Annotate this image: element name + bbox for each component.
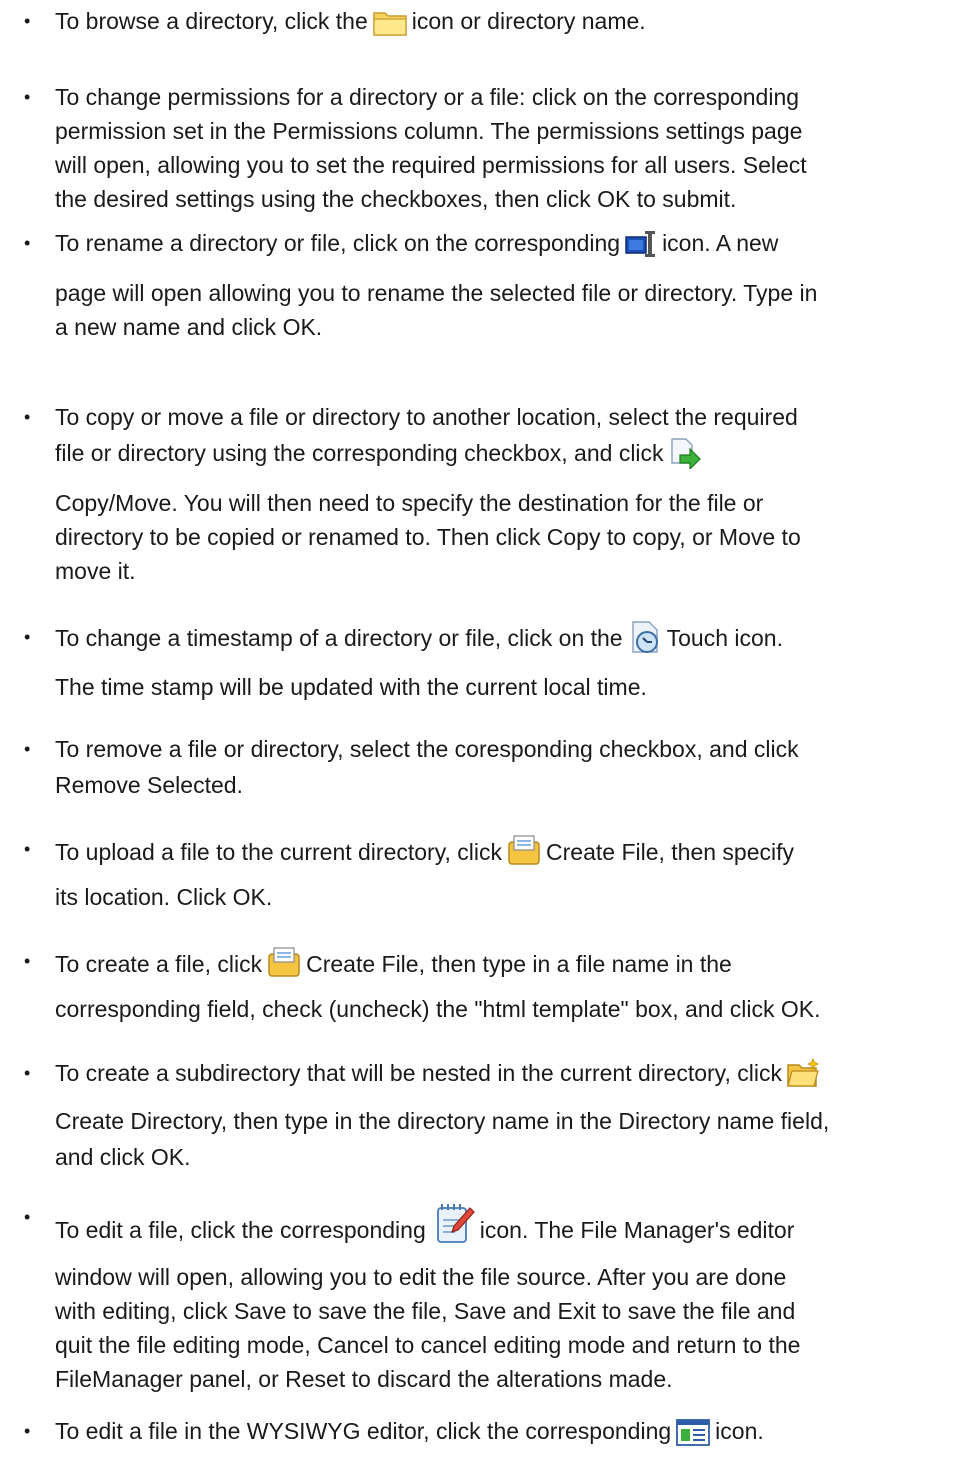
text-segment: quit the file editing mode, Cancel to ca…	[55, 1332, 801, 1358]
text-line: its location. Click OK.	[55, 880, 272, 914]
text-segment: move it.	[55, 558, 136, 584]
text-segment: To change permissions for a directory or…	[55, 84, 800, 110]
bullet: •	[24, 951, 31, 971]
text-line: permission set in the Permissions column…	[55, 114, 802, 148]
bullet: •	[24, 627, 31, 647]
text-segment: with editing, click Save to save the fil…	[55, 1298, 796, 1324]
text-line: file or directory using the correspondin…	[55, 436, 706, 470]
text-line: To edit a file in the WYSIWYG editor, cl…	[55, 1414, 764, 1448]
text-segment: Copy/Move. You will then need to specify…	[55, 490, 764, 516]
text-line: To change permissions for a directory or…	[55, 80, 799, 114]
text-line: To copy or move a file or directory to a…	[55, 400, 798, 434]
text-segment: its location. Click OK.	[55, 884, 273, 910]
text-segment: To edit a file in the WYSIWYG editor, cl…	[55, 1418, 672, 1444]
text-segment: Create File, then type in a file name in…	[306, 951, 732, 977]
text-segment: To change a timestamp of a directory or …	[55, 625, 623, 651]
text-segment: page will open allowing you to rename th…	[55, 280, 818, 306]
text-segment: To remove a file or directory, select th…	[55, 736, 799, 762]
text-segment: directory to be copied or renamed to. Th…	[55, 524, 801, 550]
text-segment: a new name and click OK.	[55, 314, 323, 340]
text-line: To edit a file, click the corresponding …	[55, 1200, 794, 1247]
text-segment: icon or directory name.	[411, 8, 646, 34]
bullet: •	[24, 1063, 31, 1083]
bullet: •	[24, 839, 31, 859]
text-line: a new name and click OK.	[55, 310, 322, 344]
text-line: To change a timestamp of a directory or …	[55, 620, 783, 655]
text-segment: To upload a file to the current director…	[55, 839, 503, 865]
text-segment: FileManager panel, or Reset to discard t…	[55, 1366, 673, 1392]
touch-clock-icon[interactable]	[627, 620, 663, 654]
folder-icon[interactable]	[372, 9, 408, 37]
bullet: •	[24, 1421, 31, 1441]
text-line: quit the file editing mode, Cancel to ca…	[55, 1328, 800, 1362]
text-segment: To edit a file, click the corresponding	[55, 1217, 426, 1243]
text-line: and click OK.	[55, 1140, 191, 1174]
text-line: To create a file, click Create File, the…	[55, 944, 732, 981]
text-line: move it.	[55, 554, 136, 588]
text-segment: file or directory using the correspondin…	[55, 440, 664, 466]
text-line: Copy/Move. You will then need to specify…	[55, 486, 763, 520]
text-line: with editing, click Save to save the fil…	[55, 1294, 795, 1328]
text-line: FileManager panel, or Reset to discard t…	[55, 1362, 673, 1396]
text-line: Create Directory, then type in the direc…	[55, 1104, 829, 1138]
text-segment: and click OK.	[55, 1144, 191, 1170]
text-segment: Create File, then specify	[546, 839, 795, 865]
text-segment: permission set in the Permissions column…	[55, 118, 803, 144]
text-line: the desired settings using the checkboxe…	[55, 182, 736, 216]
text-segment: To copy or move a file or directory to a…	[55, 404, 798, 430]
text-segment: The time stamp will be updated with the …	[55, 674, 647, 700]
text-line: corresponding field, check (uncheck) the…	[55, 992, 820, 1026]
text-segment: Touch icon.	[666, 625, 783, 651]
bullet: •	[24, 739, 31, 759]
create-file-icon[interactable]	[266, 944, 302, 980]
text-line: page will open allowing you to rename th…	[55, 276, 817, 310]
edit-file-icon[interactable]	[430, 1200, 476, 1246]
text-segment: Remove Selected.	[55, 772, 243, 798]
wysiwyg-editor-icon[interactable]	[675, 1417, 711, 1447]
text-line: The time stamp will be updated with the …	[55, 670, 647, 704]
text-segment: will open, allowing you to set the requi…	[55, 152, 807, 178]
text-line: Remove Selected.	[55, 768, 243, 802]
bullet: •	[24, 233, 31, 253]
text-segment: corresponding field, check (uncheck) the…	[55, 996, 821, 1022]
rename-icon[interactable]	[624, 229, 658, 259]
text-segment: icon.	[715, 1418, 764, 1444]
text-line: window will open, allowing you to edit t…	[55, 1260, 786, 1294]
text-line: will open, allowing you to set the requi…	[55, 148, 807, 182]
text-segment: To create a file, click	[55, 951, 263, 977]
text-line: directory to be copied or renamed to. Th…	[55, 520, 801, 554]
text-line: To browse a directory, click the icon or…	[55, 4, 646, 38]
text-segment: Create Directory, then type in the direc…	[55, 1108, 830, 1134]
bullet: •	[24, 11, 31, 31]
text-segment: the desired settings using the checkboxe…	[55, 186, 737, 212]
copy-move-icon[interactable]	[668, 437, 702, 469]
create-directory-icon[interactable]	[786, 1057, 820, 1089]
bullet: •	[24, 87, 31, 107]
text-segment: To browse a directory, click the	[55, 8, 368, 34]
text-segment: To rename a directory or file, click on …	[55, 230, 621, 256]
create-file-icon[interactable]	[506, 832, 542, 868]
text-segment: icon. A new	[662, 230, 779, 256]
bullet: •	[24, 1207, 31, 1227]
text-segment: icon. The File Manager's editor	[479, 1217, 795, 1243]
text-line: To remove a file or directory, select th…	[55, 732, 799, 766]
text-segment: window will open, allowing you to edit t…	[55, 1264, 787, 1290]
text-line: To upload a file to the current director…	[55, 832, 794, 869]
text-segment: To create a subdirectory that will be ne…	[55, 1060, 782, 1086]
bullet: •	[24, 407, 31, 427]
text-line: To rename a directory or file, click on …	[55, 226, 778, 260]
text-line: To create a subdirectory that will be ne…	[55, 1056, 824, 1090]
